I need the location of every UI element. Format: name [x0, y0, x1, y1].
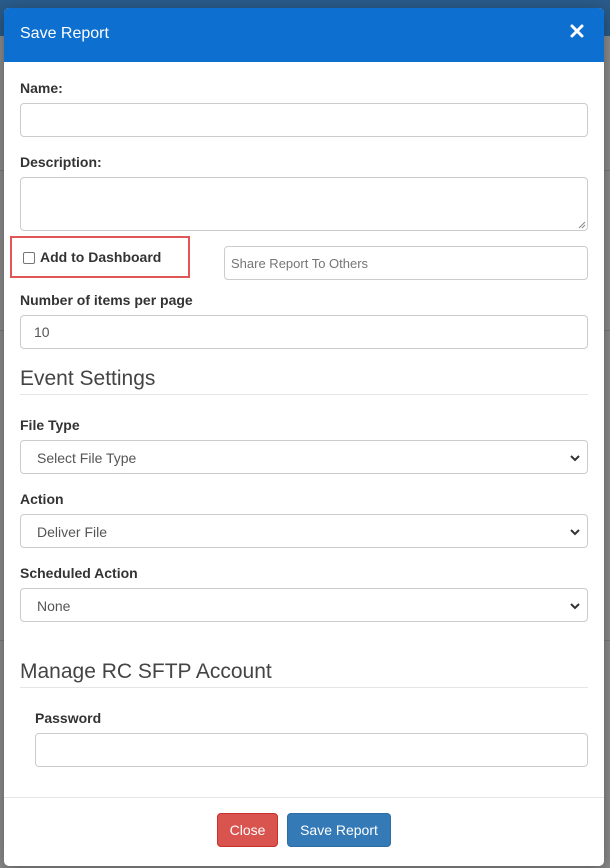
section-divider — [20, 687, 588, 688]
event-settings-title: Event Settings — [20, 367, 156, 390]
save-report-button[interactable]: Save Report — [287, 813, 391, 847]
add-to-dashboard-checkbox[interactable] — [23, 252, 35, 264]
modal-header: Save Report — [4, 8, 604, 62]
description-label: Description: — [20, 154, 102, 170]
action-select[interactable]: Deliver File — [20, 514, 588, 548]
sftp-section-title: Manage RC SFTP Account — [20, 660, 272, 683]
chevron-down-icon — [570, 455, 580, 462]
modal-title: Save Report — [20, 25, 109, 42]
chevron-down-icon — [570, 603, 580, 610]
scheduled-action-selected: None — [37, 598, 71, 614]
action-label: Action — [20, 491, 64, 507]
action-selected: Deliver File — [37, 524, 108, 540]
file-type-label: File Type — [20, 417, 80, 433]
name-input[interactable] — [20, 103, 588, 137]
scheduled-action-label: Scheduled Action — [20, 565, 138, 581]
items-per-page-label: Number of items per page — [20, 292, 193, 308]
name-label: Name: — [20, 80, 63, 96]
footer-divider — [4, 797, 604, 798]
close-button[interactable]: Close — [217, 813, 278, 847]
add-to-dashboard-highlight: Add to Dashboard — [10, 236, 190, 278]
file-type-select[interactable]: Select File Type — [20, 440, 588, 474]
save-report-modal: Save Report Name: Description: Add to Da… — [4, 8, 604, 866]
password-input[interactable] — [35, 733, 588, 767]
file-type-selected: Select File Type — [37, 450, 137, 466]
scheduled-action-select[interactable]: None — [20, 588, 588, 622]
description-textarea[interactable] — [20, 177, 588, 231]
share-report-input[interactable] — [224, 246, 588, 280]
items-per-page-input[interactable] — [20, 315, 588, 349]
resize-grip-icon[interactable] — [578, 221, 586, 229]
chevron-down-icon — [570, 529, 580, 536]
close-icon[interactable] — [570, 24, 584, 38]
add-to-dashboard-label[interactable]: Add to Dashboard — [40, 249, 161, 265]
section-divider — [20, 394, 588, 395]
password-label: Password — [35, 710, 102, 726]
